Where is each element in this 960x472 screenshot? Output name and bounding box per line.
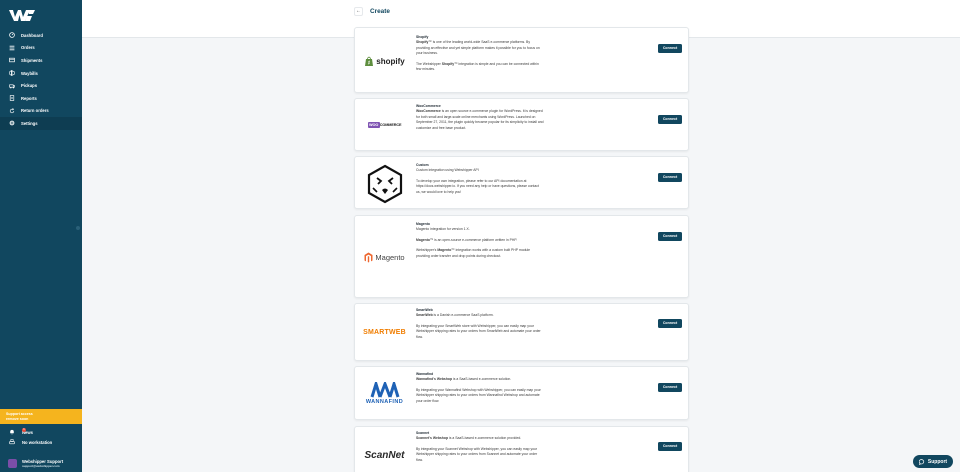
- sidebar-item-label: Shipments: [21, 57, 43, 63]
- card-description: Scannet Scannet's Webshop is a SaaS-base…: [416, 431, 544, 468]
- integration-card-scannet: ScanNet Scannet Scannet's Webshop is a S…: [354, 426, 689, 472]
- sidebar-item-label: Settings: [21, 120, 38, 126]
- return-orders-icon: [8, 107, 15, 114]
- sidebar-item-settings[interactable]: Settings: [0, 117, 82, 130]
- card-description: Custom Custom integration using Webshipp…: [416, 163, 544, 200]
- settings-icon: [8, 120, 15, 127]
- sidebar-nav: Dashboard Orders Shipments Waybills Pick…: [0, 29, 82, 130]
- wannafind-logo: WANNAFIND: [361, 377, 408, 409]
- sidebar-user[interactable]: Webshipper Support support@webshipper.co…: [0, 455, 82, 471]
- card-paragraph: The Webshipper Shopify™ integration is s…: [416, 61, 539, 72]
- card-paragraph: Webshipper's Magento™ integration works …: [416, 248, 530, 258]
- card-paragraph: Custom integration using Webshipper API: [416, 168, 479, 173]
- custom-api-logo: [361, 163, 408, 205]
- back-button[interactable]: ←: [354, 7, 363, 16]
- sidebar-item-reports[interactable]: Reports: [0, 92, 82, 105]
- integration-card-shopify: shopify Shopify Shopify™ is one of the l…: [354, 27, 689, 93]
- integration-card-custom: Custom Custom integration using Webshipp…: [354, 156, 689, 209]
- dashboard-icon: [8, 32, 15, 39]
- scannet-logo: ScanNet: [361, 447, 408, 463]
- shipments-icon: [8, 57, 15, 64]
- card-description: Magento Magento integration for version …: [416, 222, 544, 264]
- smartweb-wordmark: SMARTWEB: [363, 328, 406, 336]
- woocommerce-logo: WOO COMMERCE: [361, 119, 408, 131]
- card-paragraph: Magento integration for version 1.X.: [416, 227, 470, 232]
- shopify-wordmark: shopify: [376, 56, 405, 66]
- waybills-icon: [8, 70, 15, 77]
- sidebar-item-return-orders[interactable]: Return orders: [0, 105, 82, 118]
- connect-button-shopify[interactable]: Connect: [658, 44, 682, 53]
- sidebar-item-dashboard[interactable]: Dashboard: [0, 29, 82, 42]
- news-count-badge: 1: [22, 427, 26, 432]
- smartweb-logo: SMARTWEB: [361, 326, 408, 338]
- card-paragraph: By integrating your Wannafind Webshop wi…: [416, 387, 541, 403]
- promo-line-2: remove soon: [6, 416, 29, 421]
- sidebar: Dashboard Orders Shipments Waybills Pick…: [0, 0, 82, 472]
- sidebar-item-label: Return orders: [21, 108, 49, 114]
- card-paragraph: WooCommerce is an open source e-commerce…: [416, 109, 544, 130]
- connect-button-wannafind[interactable]: Connect: [658, 383, 682, 392]
- card-paragraph: By integrating your Scannet Webshop with…: [416, 446, 538, 462]
- orders-icon: [8, 44, 15, 51]
- user-name: Webshipper Support: [22, 458, 64, 464]
- connect-button-custom[interactable]: Connect: [658, 173, 682, 182]
- card-paragraph: Shopify™ is one of the leading world-wid…: [416, 40, 540, 56]
- connect-button-woocommerce[interactable]: Connect: [658, 115, 682, 124]
- printer-icon: [8, 439, 15, 446]
- card-paragraph: By integrating your SmartWeb store with …: [416, 323, 541, 339]
- avatar: [8, 458, 17, 468]
- support-label: Support: [927, 458, 948, 465]
- card-description: Wannafind Wannafind's Webshop is a SaaS-…: [416, 372, 544, 409]
- sidebar-item-label: Pickups: [21, 83, 38, 89]
- magento-logo: Magento: [361, 249, 408, 265]
- sidebar-item-label: Dashboard: [21, 32, 43, 38]
- card-paragraph: SmartWeb is a Danish e-commerce SaaS pla…: [416, 313, 494, 318]
- sidebar-item-shipments[interactable]: Shipments: [0, 54, 82, 67]
- sidebar-item-label: Reports: [21, 95, 37, 101]
- support-access-banner[interactable]: Support access remove soon: [0, 409, 82, 424]
- card-paragraph: To develop your own integration, please …: [416, 178, 539, 194]
- connect-button-scannet[interactable]: Connect: [658, 442, 682, 451]
- integration-card-wannafind: WANNAFIND Wannafind Wannafind's Webshop …: [354, 366, 689, 420]
- card-description: WooCommerce WooCommerce is an open sourc…: [416, 104, 544, 136]
- support-button[interactable]: Support: [913, 455, 953, 468]
- sidebar-item-label: Waybills: [21, 70, 38, 76]
- integration-card-smartweb: SMARTWEB SmartWeb SmartWeb is a Danish e…: [354, 303, 689, 361]
- user-info: Webshipper Support support@webshipper.co…: [22, 459, 63, 468]
- card-paragraph: Scannet's Webshop is a SaaS-based e-comm…: [416, 436, 522, 441]
- pickups-icon: [8, 82, 15, 89]
- scannet-wordmark: ScanNet: [364, 449, 405, 461]
- sidebar-item-label: Orders: [21, 45, 35, 51]
- sidebar-item-pickups[interactable]: Pickups: [0, 79, 82, 92]
- workstation-label: No workstation: [22, 439, 53, 445]
- card-description: SmartWeb SmartWeb is a Danish e-commerce…: [416, 308, 544, 345]
- woocommerce-wordmark: WOO COMMERCE: [367, 122, 402, 128]
- chat-bubble-icon: [918, 458, 924, 465]
- user-email: support@webshipper.com: [22, 463, 60, 468]
- sidebar-item-orders[interactable]: Orders: [0, 42, 82, 55]
- card-paragraph: Magento™ is an open-source e-commerce pl…: [416, 237, 518, 242]
- reports-icon: [8, 95, 15, 102]
- sidebar-collapse-handle[interactable]: [76, 226, 80, 230]
- connect-button-magento[interactable]: Connect: [658, 232, 682, 241]
- sidebar-workstation[interactable]: No workstation: [0, 434, 82, 450]
- webshipper-logo[interactable]: [8, 8, 36, 22]
- magento-wordmark: Magento: [375, 252, 405, 262]
- card-paragraph: Wannafind's Webshop is a SaaS-based e-co…: [416, 377, 512, 382]
- page-title: Create: [370, 8, 390, 15]
- card-description: Shopify Shopify™ is one of the leading w…: [416, 35, 544, 77]
- connect-button-smartweb[interactable]: Connect: [658, 319, 682, 328]
- shopify-logo: shopify: [361, 50, 408, 72]
- sidebar-item-waybills[interactable]: Waybills: [0, 67, 82, 80]
- integration-card-magento: Magento Magento Magento integration for …: [354, 215, 689, 298]
- integration-card-woocommerce: WOO COMMERCE WooCommerce WooCommerce is a…: [354, 98, 689, 151]
- wannafind-wordmark: WANNAFIND: [365, 398, 404, 405]
